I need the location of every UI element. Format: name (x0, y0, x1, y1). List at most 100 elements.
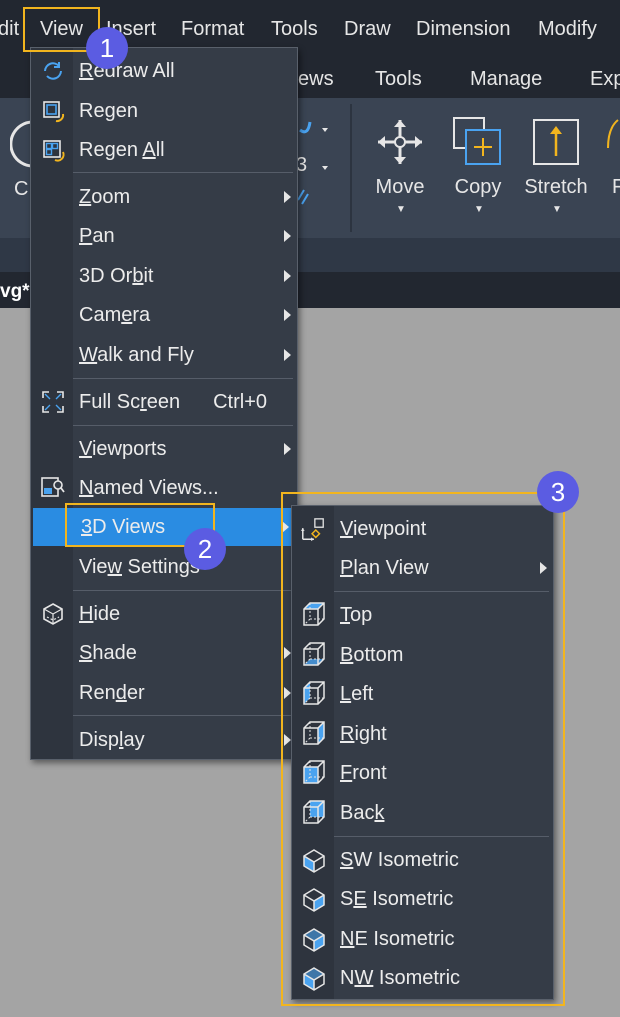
view-menu-item-label: Render (79, 682, 145, 705)
label-accelerator-key: R (79, 60, 94, 82)
copy-label: Copy (454, 176, 502, 198)
fillet-icon[interactable] (606, 118, 620, 168)
menu-divider (73, 378, 293, 379)
label-text: Full Sc (79, 391, 141, 413)
view-menu-item-label: Named Views... (79, 477, 219, 500)
label-text: Disp (79, 729, 120, 751)
label-accelerator-key: b (132, 265, 144, 287)
tab-views[interactable]: ews (298, 68, 334, 91)
callout-badge-2: 2 (184, 528, 226, 570)
redraw-icon (41, 59, 65, 83)
label-accelerator-key: e (121, 304, 133, 326)
view-menu-item-label: Zoom (79, 186, 130, 209)
menubar-format[interactable]: Format (181, 18, 244, 41)
menubar-tools[interactable]: Tools (271, 18, 318, 41)
view-menu-item-pan[interactable]: Pan (31, 217, 297, 255)
submenu-arrow-icon (284, 309, 291, 321)
view-menu-item-label: Regen (79, 100, 138, 123)
submenu-arrow-icon (284, 230, 291, 242)
view-menu-item-zoom[interactable]: Zoom (31, 178, 297, 216)
label-text: er (126, 682, 145, 704)
label-text: an (92, 225, 115, 247)
menubar-edit[interactable]: dit (0, 18, 19, 41)
label-accelerator-key: H (79, 603, 94, 625)
view-menu-item-label: Display (79, 729, 145, 752)
tab-express[interactable]: Exp (590, 68, 620, 91)
label-text: iewports (91, 438, 167, 460)
copy-icon (453, 117, 501, 165)
label-accelerator-key: N (79, 477, 94, 499)
view-menu-item-label: Hide (79, 603, 120, 626)
submenu-arrow-icon (284, 270, 291, 282)
view-menu-item-shade[interactable]: Shade (31, 634, 297, 672)
label-text: alk and Fly (97, 344, 194, 366)
stretch-button[interactable]: Stretch ▼ (516, 98, 596, 238)
menu-divider (73, 425, 293, 426)
label-accelerator-key: W (79, 344, 98, 366)
copy-caret-icon: ▼ (474, 204, 484, 215)
submenu-arrow-icon (284, 443, 291, 455)
menu-divider (73, 715, 293, 716)
view-menu-item-camera[interactable]: Camera (31, 296, 297, 334)
label-text: oom (91, 186, 131, 208)
stretch-icon (533, 119, 579, 165)
label-text: een (146, 391, 181, 413)
submenu-arrow-icon (284, 191, 291, 203)
menu-divider (73, 172, 293, 173)
label-accelerator-key: A (142, 139, 156, 161)
hide-icon (41, 602, 65, 626)
label-accelerator-key: V (79, 438, 92, 460)
label-text: en (115, 100, 138, 122)
view-menu-item-label: Full Screen (79, 391, 180, 414)
label-text: Vie (79, 556, 108, 578)
view-menu-item-label: Camera (79, 304, 150, 327)
view-menu-item-hide[interactable]: Hide (31, 595, 297, 633)
label-accelerator-key: d (115, 682, 127, 704)
label-accelerator-key: g (104, 100, 116, 122)
document-tab[interactable]: vg* (0, 281, 30, 303)
view-menu-item-viewports[interactable]: Viewports (31, 430, 297, 468)
label-accelerator-key: w (107, 556, 122, 578)
view-menu-item-regen-all[interactable]: Regen All (31, 131, 297, 169)
view-menu-item-named-views[interactable]: Named Views... (31, 469, 297, 507)
view-menu: Redraw All Regen Regen All Zoom Pan 3D Orbit C… (30, 47, 298, 760)
label-text: ll (155, 139, 165, 161)
view-menu-item-view-settings[interactable]: View Settings (31, 548, 297, 586)
regen-all-icon (41, 138, 65, 162)
label-accelerator-key: r (140, 391, 147, 413)
view-menu-item-display[interactable]: Display (31, 721, 297, 759)
label-text: ay (123, 729, 145, 751)
ribbon-partial-left-label: C (14, 178, 29, 200)
label-text: ide (93, 603, 121, 625)
view-menu-item-3d-orbit[interactable]: 3D Orbit (31, 257, 297, 295)
menubar-draw[interactable]: Draw (344, 18, 391, 41)
label-accelerator-key: S (79, 642, 93, 664)
named-views-icon (41, 476, 65, 500)
tab-manage[interactable]: Manage (470, 68, 542, 91)
view-menu-item-label: Walk and Fly (79, 344, 194, 367)
views3d-submenu-highlight (281, 492, 565, 1006)
callout-badge-3: 3 (537, 471, 579, 513)
view-menu-item-redraw-all[interactable]: Redraw All (31, 52, 297, 90)
view-menu-item-walk-and-fly[interactable]: Walk and Fly (31, 336, 297, 374)
view-menu-item-label: Viewports (79, 438, 166, 461)
regen-icon (41, 99, 65, 123)
move-label: Move (375, 176, 425, 198)
label-text: ra (132, 304, 151, 326)
view-menu-item-regen[interactable]: Regen (31, 92, 297, 130)
view-menu-item-label: 3D Orbit (79, 265, 153, 288)
view-menu-item-label: Pan (79, 225, 115, 248)
label-text: Cam (79, 304, 122, 326)
view-menu-item-render[interactable]: Render (31, 674, 297, 712)
label-accelerator-key: Z (79, 186, 92, 208)
ribbon-separator (350, 104, 352, 232)
label-text: hade (92, 642, 137, 664)
callout-badge-1: 1 (86, 27, 128, 69)
menubar-dimension[interactable]: Dimension (416, 18, 510, 41)
tab-tools[interactable]: Tools (375, 68, 422, 91)
view-menu-item-full-screen[interactable]: Full Screen Ctrl+0 (31, 383, 297, 421)
menubar-modify[interactable]: Modify (538, 18, 597, 41)
copy-button[interactable]: Copy ▼ (438, 98, 518, 238)
stretch-caret-icon: ▼ (552, 204, 562, 215)
move-button[interactable]: Move ▼ (360, 98, 440, 238)
